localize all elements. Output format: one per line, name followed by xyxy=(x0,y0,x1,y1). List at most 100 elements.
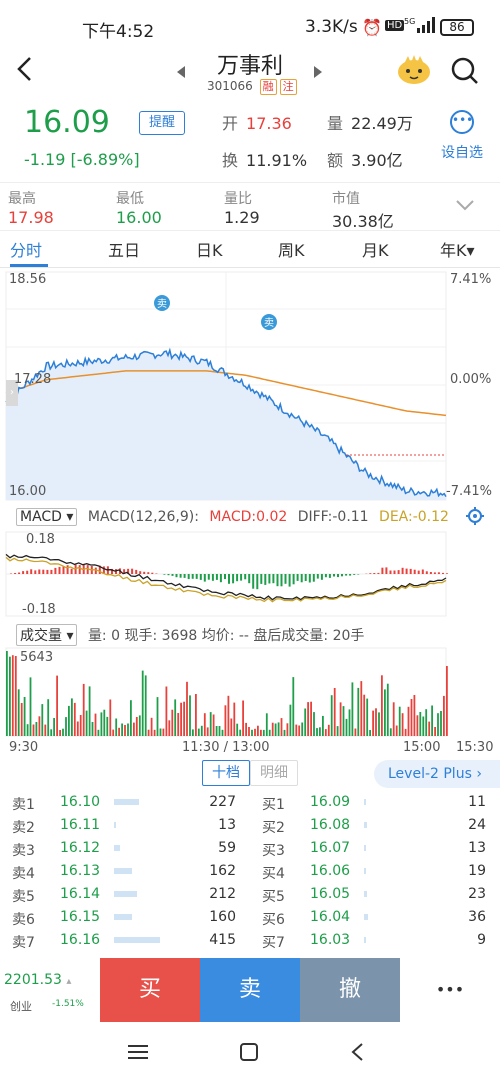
macd-bar xyxy=(446,573,448,574)
sell-marker[interactable]: 卖 xyxy=(154,295,170,311)
macd-bar xyxy=(429,572,432,574)
remind-button[interactable]: 提醒 xyxy=(139,111,185,135)
volume-bar xyxy=(440,711,442,736)
index-change: -1.51% xyxy=(52,999,84,1009)
volume-bar xyxy=(257,725,259,736)
level-price: 16.08 xyxy=(310,817,351,833)
home-icon[interactable] xyxy=(239,1042,259,1066)
sell-level-row[interactable]: 卖4 16.13 162 xyxy=(12,861,242,883)
volume-bar xyxy=(195,694,197,736)
sell-level-row[interactable]: 卖2 16.11 13 xyxy=(12,815,242,837)
level-volume-bar xyxy=(364,822,367,828)
volume-bar xyxy=(47,699,50,736)
buy-level-row[interactable]: 买3 16.07 13 xyxy=(262,838,492,860)
volume-bar xyxy=(363,694,366,736)
volume-selector[interactable]: 成交量 ▾ xyxy=(16,624,78,646)
sell-level-row[interactable]: 卖7 16.16 415 xyxy=(12,930,242,952)
buy-level-row[interactable]: 买2 16.08 24 xyxy=(262,815,492,837)
macd-bar xyxy=(385,567,388,574)
buy-level-row[interactable]: 买6 16.04 36 xyxy=(262,907,492,929)
macd-bar xyxy=(292,574,295,585)
macd-selector[interactable]: MACD ▾ xyxy=(16,508,78,526)
sell-level-row[interactable]: 卖3 16.12 59 xyxy=(12,838,242,860)
tab-weekly-k[interactable]: 周K xyxy=(278,237,305,261)
tab-intraday[interactable]: 分时 xyxy=(10,237,42,261)
expand-chevron-icon[interactable] xyxy=(456,196,474,215)
macd-bar xyxy=(207,574,210,580)
volume-bar xyxy=(313,712,315,736)
macd-chart[interactable] xyxy=(0,530,500,618)
volume-bar xyxy=(248,727,250,736)
volume-info: 量: 0 现手: 3698 均价: -- 盘后成交量: 20手 xyxy=(87,628,365,644)
volume-bar xyxy=(366,698,369,736)
sell-level-row[interactable]: 卖1 16.10 227 xyxy=(12,792,242,814)
volume-bar xyxy=(147,729,150,736)
macd-bar xyxy=(276,574,279,587)
settings-gear-icon[interactable] xyxy=(465,506,485,530)
macd-params: MACD(12,26,9): xyxy=(87,509,199,525)
sell-level-row[interactable]: 卖6 16.15 160 xyxy=(12,907,242,929)
macd-bar xyxy=(308,574,311,583)
amount-label: 额 xyxy=(327,151,344,170)
volume-bar xyxy=(218,726,221,736)
next-stock-icon[interactable] xyxy=(313,64,323,83)
index-ticker[interactable]: 2201.53 ▴ 创业 -1.51% xyxy=(0,958,100,1022)
volume-bar xyxy=(44,724,47,736)
level-label: 卖6 xyxy=(12,912,35,928)
tab-five-day[interactable]: 五日 xyxy=(108,237,140,261)
volume-bar xyxy=(307,702,309,736)
macd-axis-low: -0.18 xyxy=(22,602,56,617)
back-nav-icon[interactable] xyxy=(350,1042,364,1066)
volume-chart[interactable] xyxy=(0,646,500,738)
volume-bar xyxy=(156,697,159,736)
tab-monthly-k[interactable]: 月K xyxy=(362,237,389,261)
sell-level-row[interactable]: 卖5 16.14 212 xyxy=(12,884,242,906)
intraday-price-chart[interactable]: 卖 卖 xyxy=(0,268,500,504)
cancel-order-button[interactable]: 撤 xyxy=(300,958,400,1022)
volume-bar xyxy=(88,686,91,736)
amount-stat: 额 3.90亿 xyxy=(327,147,403,171)
sell-marker[interactable]: 卖 xyxy=(261,314,277,330)
price-axis-high: 18.56 xyxy=(9,272,47,287)
level-volume: 227 xyxy=(209,794,236,810)
macd-bar xyxy=(34,570,37,574)
stat-marketcap-label: 市值 xyxy=(332,191,360,207)
volume-bar xyxy=(124,725,126,736)
tab-yearly-k[interactable]: 年K▾ xyxy=(440,237,475,261)
volume-bar xyxy=(324,729,327,736)
level2-plus-button[interactable]: Level-2 Plus › xyxy=(374,760,500,788)
buy-level-row[interactable]: 买4 16.06 19 xyxy=(262,861,492,883)
volume-bar xyxy=(32,724,35,736)
buy-level-row[interactable]: 买5 16.05 23 xyxy=(262,884,492,906)
search-icon[interactable] xyxy=(450,56,480,90)
tab-ten-levels[interactable]: 十档 xyxy=(202,760,250,786)
tab-daily-k[interactable]: 日K xyxy=(196,237,223,261)
macd-bar xyxy=(320,574,323,580)
buy-level-row[interactable]: 买1 16.09 11 xyxy=(262,792,492,814)
buy-level-row[interactable]: 买7 16.03 9 xyxy=(262,930,492,952)
volume-bar xyxy=(422,716,425,736)
volume-bar xyxy=(53,718,55,736)
pct-axis-low: -7.41% xyxy=(446,484,492,499)
macd-bar xyxy=(316,574,319,579)
system-nav-bar xyxy=(0,1022,500,1083)
buy-button[interactable]: 买 xyxy=(100,958,200,1022)
level-price: 16.07 xyxy=(310,840,351,856)
level-label: 卖4 xyxy=(12,866,35,882)
menu-icon[interactable] xyxy=(128,1044,148,1064)
volume-bar xyxy=(428,721,431,736)
sell-button[interactable]: 卖 xyxy=(200,958,300,1022)
macd-bar xyxy=(252,574,255,589)
macd-bar xyxy=(381,567,384,574)
favorite-button[interactable]: ••• 设自选 xyxy=(436,110,488,162)
tab-details[interactable]: 明细 xyxy=(250,760,298,786)
stock-code-line: 301066 融注 xyxy=(207,79,297,95)
volume-bar xyxy=(153,729,156,736)
hd-icon: HD xyxy=(385,20,405,31)
macd-bar xyxy=(337,574,339,578)
volume-bar xyxy=(274,723,277,736)
mascot-icon[interactable] xyxy=(396,54,432,90)
more-button[interactable]: ••• xyxy=(400,958,500,1022)
macd-bar xyxy=(425,571,428,574)
level-price: 16.03 xyxy=(310,932,351,948)
